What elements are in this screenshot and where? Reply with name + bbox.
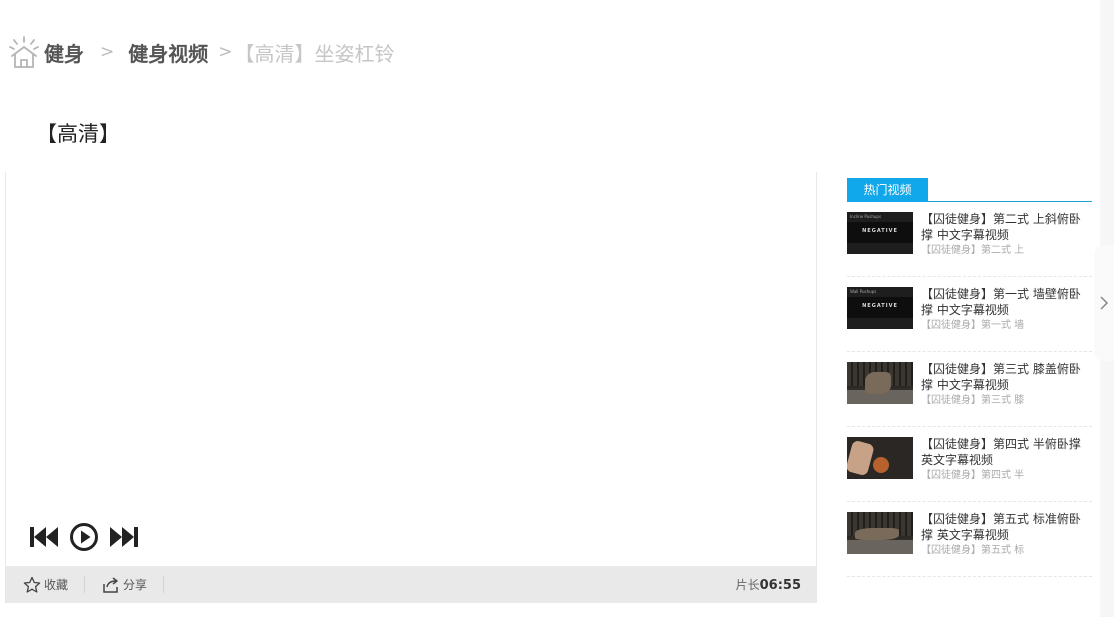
skip-previous-icon[interactable] [28, 524, 60, 550]
duration-value: 06:55 [759, 578, 801, 593]
sidebar-header: 热门视频 [847, 178, 1092, 202]
video-title[interactable]: 【囚徒健身】第三式 膝盖俯卧撑 中文字幕视频 [921, 361, 1086, 393]
video-thumbnail[interactable] [847, 437, 913, 479]
video-title[interactable]: 【囚徒健身】第四式 半俯卧撑 英文字幕视频 [921, 436, 1086, 468]
star-icon [23, 576, 41, 593]
video-subtitle: 【囚徒健身】第二式 上 [921, 245, 1025, 256]
breadcrumb-category-link[interactable]: 健身视频 [128, 38, 208, 67]
video-subtitle: 【囚徒健身】第四式 半 [921, 470, 1025, 481]
breadcrumb-separator: > [218, 42, 233, 62]
chevron-right-icon [1100, 296, 1109, 310]
list-item[interactable]: 【囚徒健身】第四式 半俯卧撑 英文字幕视频 【囚徒健身】第四式 半 [847, 427, 1092, 502]
thumbnail-caption: NEGATIVE [862, 303, 898, 309]
video-thumbnail[interactable] [847, 512, 913, 554]
skip-next-icon[interactable] [108, 524, 140, 550]
play-circle-icon[interactable] [69, 522, 99, 552]
thumbnail-caption: Incline Pushups [850, 214, 882, 219]
breadcrumb-separator: > [100, 42, 115, 62]
duration: 片长06:55 [736, 576, 801, 593]
thumbnail-caption: NEGATIVE [862, 228, 898, 234]
list-item[interactable]: 【囚徒健身】第三式 膝盖俯卧撑 中文字幕视频 【囚徒健身】第三式 膝 [847, 352, 1092, 427]
video-title[interactable]: 【囚徒健身】第一式 墙壁俯卧撑 中文字幕视频 [921, 286, 1086, 318]
player-controls [28, 522, 140, 552]
list-item[interactable]: Wall Pushups NEGATIVE 【囚徒健身】第一式 墙壁俯卧撑 中文… [847, 277, 1092, 352]
breadcrumb: 健身 > 健身视频 > 【高清】坐姿杠铃 [8, 34, 395, 70]
video-thumbnail[interactable] [847, 362, 913, 404]
next-page-button[interactable] [1094, 245, 1114, 361]
share-button[interactable]: 分享 [85, 566, 163, 603]
tab-hot-videos[interactable]: 热门视频 [847, 178, 928, 202]
hot-videos-sidebar: 热门视频 Incline Pushups NEGATIVE 【囚徒健身】第二式 … [847, 178, 1092, 577]
home-icon[interactable] [8, 34, 40, 70]
thumbnail-caption: Wall Pushups [850, 289, 877, 294]
divider [163, 576, 165, 593]
player-action-bar: 收藏 分享 片长06:55 [6, 566, 816, 603]
video-title[interactable]: 【囚徒健身】第二式 上斜俯卧撑 中文字幕视频 [921, 211, 1086, 243]
breadcrumb-home-link[interactable]: 健身 [44, 38, 84, 67]
video-thumbnail[interactable]: Wall Pushups NEGATIVE [847, 287, 913, 329]
video-subtitle: 【囚徒健身】第三式 膝 [921, 395, 1025, 406]
duration-label: 片长 [735, 578, 760, 592]
video-player[interactable]: 收藏 分享 片长06:55 [5, 172, 817, 603]
share-icon [103, 576, 118, 593]
share-label: 分享 [123, 578, 148, 592]
favorite-button[interactable]: 收藏 [6, 566, 84, 603]
video-thumbnail[interactable]: Incline Pushups NEGATIVE [847, 212, 913, 254]
favorite-label: 收藏 [44, 578, 69, 592]
page-title: 【高清】 [36, 122, 120, 146]
list-item[interactable]: 【囚徒健身】第五式 标准俯卧撑 英文字幕视频 【囚徒健身】第五式 标 [847, 502, 1092, 577]
video-title[interactable]: 【囚徒健身】第五式 标准俯卧撑 英文字幕视频 [921, 511, 1086, 543]
video-subtitle: 【囚徒健身】第五式 标 [921, 545, 1025, 556]
breadcrumb-current: 【高清】坐姿杠铃 [234, 41, 395, 66]
list-item[interactable]: Incline Pushups NEGATIVE 【囚徒健身】第二式 上斜俯卧撑… [847, 202, 1092, 277]
video-subtitle: 【囚徒健身】第一式 墙 [921, 320, 1025, 331]
video-list: Incline Pushups NEGATIVE 【囚徒健身】第二式 上斜俯卧撑… [847, 202, 1092, 577]
